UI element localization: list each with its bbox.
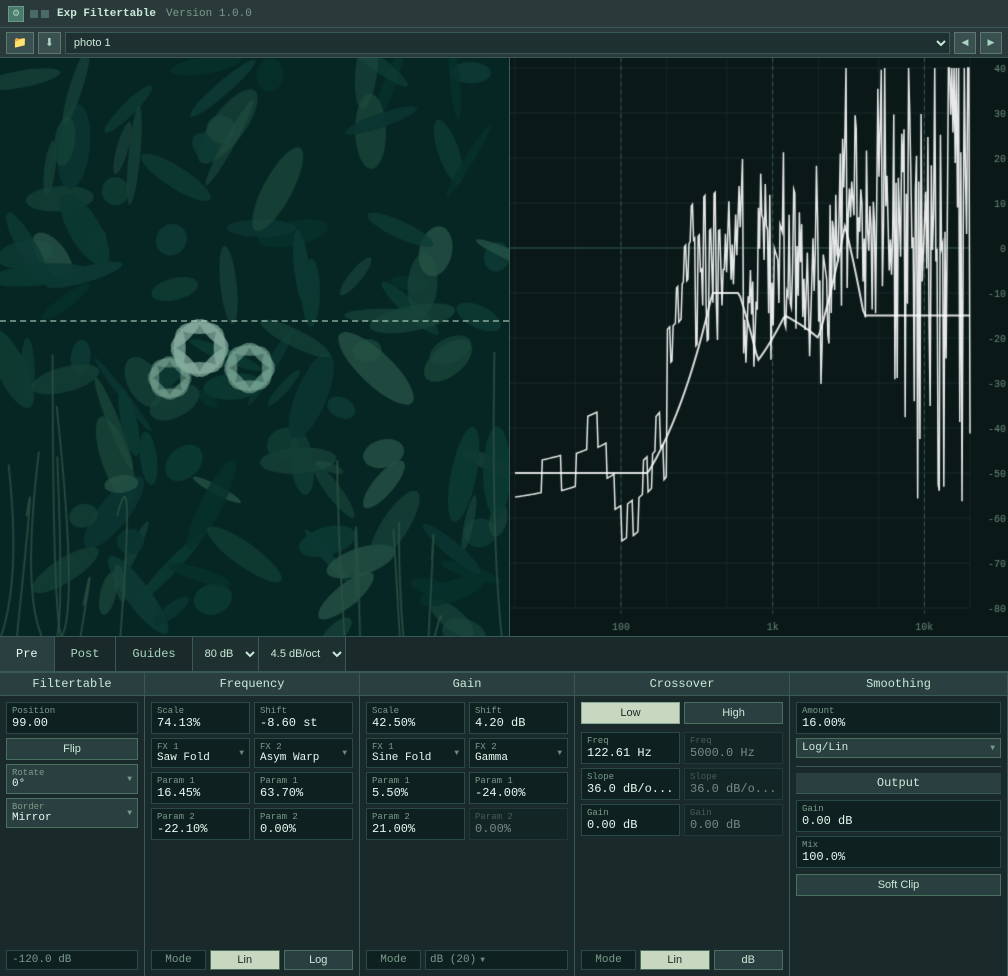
rotate-select[interactable]: Rotate 0° ▼ [6, 764, 138, 794]
filtertable-panel: Filtertable Position 99.00 Flip Rotate 0… [0, 673, 145, 976]
app-icon: ⚙ [8, 6, 24, 22]
crossover-mode-lin[interactable]: Lin [640, 950, 710, 970]
smoothing-header: Smoothing [790, 673, 1007, 696]
freq-mode-lin[interactable]: Lin [210, 950, 280, 970]
gain-param2a-field[interactable]: Param 2 21.00% [366, 808, 465, 840]
freq-fx1-arrow-icon: ▼ [239, 749, 244, 758]
loglin-arrow-icon: ▼ [990, 744, 995, 753]
gain-param1b-field[interactable]: Param 1 -24.00% [469, 772, 568, 804]
freq-fx1-select[interactable]: FX 1 Saw Fold ▼ [151, 738, 250, 768]
freq-shift-field[interactable]: Shift -8.60 st [254, 702, 353, 734]
gain-db-select[interactable]: dB (20) ▼ [425, 950, 568, 970]
freq-param2b-field[interactable]: Param 2 0.00% [254, 808, 353, 840]
save-icon: ⬇ [45, 36, 54, 49]
position-field[interactable]: Position 99.00 [6, 702, 138, 734]
gain-header: Gain [360, 673, 574, 696]
freq-param1a-field[interactable]: Param 1 16.45% [151, 772, 250, 804]
crossover-high-btn[interactable]: High [684, 702, 783, 724]
crossover-gain2-field: Gain 0.00 dB [684, 804, 783, 836]
border-select[interactable]: Border Mirror ▼ [6, 798, 138, 828]
output-gain-field[interactable]: Gain 0.00 dB [796, 800, 1001, 832]
gain-fx2-arrow-icon: ▼ [557, 749, 562, 758]
loglin-select[interactable]: Log/Lin ▼ [796, 738, 1001, 758]
spectrum-canvas [510, 58, 1008, 636]
slope-select[interactable]: 4.5 dB/oct [259, 637, 346, 671]
freq-fx2-arrow-icon: ▼ [342, 749, 347, 758]
image-panel[interactable] [0, 58, 509, 636]
freq-fx2-select[interactable]: FX 2 Asym Warp ▼ [254, 738, 353, 768]
crossover-low-btn[interactable]: Low [581, 702, 680, 724]
gain-shift-field[interactable]: Shift 4.20 dB [469, 702, 568, 734]
title-bar-dots [30, 10, 49, 18]
gain-db-arrow-icon: ▼ [480, 956, 485, 965]
tab-post[interactable]: Post [55, 637, 117, 671]
crossover-slope1-field[interactable]: Slope 36.0 dB/o... [581, 768, 680, 800]
softclip-button[interactable]: Soft Clip [796, 874, 1001, 896]
next-button[interactable]: ▶ [980, 32, 1002, 54]
crossover-mode-db[interactable]: dB [714, 950, 784, 970]
freq-param1b-field[interactable]: Param 1 63.70% [254, 772, 353, 804]
folder-button[interactable]: 📁 [6, 32, 34, 54]
crossover-panel: Crossover Low High Freq 122.61 Hz Freq 5… [575, 673, 790, 976]
app-version: Version 1.0.0 [166, 8, 252, 20]
crossover-slope2-field: Slope 36.0 dB/o... [684, 768, 783, 800]
image-canvas [0, 58, 509, 636]
freq-param2a-field[interactable]: Param 2 -22.10% [151, 808, 250, 840]
spectrum-panel[interactable] [509, 58, 1008, 636]
freq-mode-label: Mode [151, 950, 206, 970]
gain-panel: Gain Scale 42.50% Shift 4.20 dB FX 1 Sin… [360, 673, 575, 976]
app-name: Exp Filtertable [57, 8, 156, 20]
gain-param1a-field[interactable]: Param 1 5.50% [366, 772, 465, 804]
crossover-header: Crossover [575, 673, 789, 696]
crossover-freq2-field: Freq 5000.0 Hz [684, 732, 783, 764]
freq-mode-log[interactable]: Log [284, 950, 354, 970]
frequency-panel: Frequency Scale 74.13% Shift -8.60 st FX… [145, 673, 360, 976]
border-arrow-icon: ▼ [127, 809, 132, 818]
smoothing-panel: Smoothing Amount 16.00% Log/Lin ▼ Output… [790, 673, 1008, 976]
gain-scale-field[interactable]: Scale 42.50% [366, 702, 465, 734]
gain-fx1-arrow-icon: ▼ [454, 749, 459, 758]
toolbar: 📁 ⬇ photo 1 ◀ ▶ [0, 28, 1008, 58]
frequency-header: Frequency [145, 673, 359, 696]
crossover-freq1-field[interactable]: Freq 122.61 Hz [581, 732, 680, 764]
db-range-select[interactable]: 80 dB [193, 637, 259, 671]
prev-button[interactable]: ◀ [954, 32, 976, 54]
tab-pre[interactable]: Pre [0, 637, 55, 671]
filtertable-header: Filtertable [0, 673, 144, 696]
flip-button[interactable]: Flip [6, 738, 138, 760]
gain-param2b-field: Param 2 0.00% [469, 808, 568, 840]
controls-area: Filtertable Position 99.00 Flip Rotate 0… [0, 672, 1008, 976]
preset-select[interactable]: photo 1 [65, 32, 950, 54]
bottom-db-value: -120.0 dB [6, 950, 138, 970]
title-bar: ⚙ Exp Filtertable Version 1.0.0 [0, 0, 1008, 28]
crossover-mode-label: Mode [581, 950, 636, 970]
gain-fx1-select[interactable]: FX 1 Sine Fold ▼ [366, 738, 465, 768]
freq-scale-field[interactable]: Scale 74.13% [151, 702, 250, 734]
folder-icon: 📁 [13, 36, 27, 49]
smoothing-amount-field[interactable]: Amount 16.00% [796, 702, 1001, 734]
gain-mode-label: Mode [366, 950, 421, 970]
spectrum-tabs: Pre Post Guides 80 dB 4.5 dB/oct [0, 636, 1008, 672]
output-header: Output [796, 773, 1001, 794]
main-content [0, 58, 1008, 636]
rotate-arrow-icon: ▼ [127, 775, 132, 784]
save-button[interactable]: ⬇ [38, 32, 61, 54]
output-mix-field[interactable]: Mix 100.0% [796, 836, 1001, 868]
tab-guides[interactable]: Guides [116, 637, 192, 671]
crossover-gain1-field[interactable]: Gain 0.00 dB [581, 804, 680, 836]
gain-fx2-select[interactable]: FX 2 Gamma ▼ [469, 738, 568, 768]
